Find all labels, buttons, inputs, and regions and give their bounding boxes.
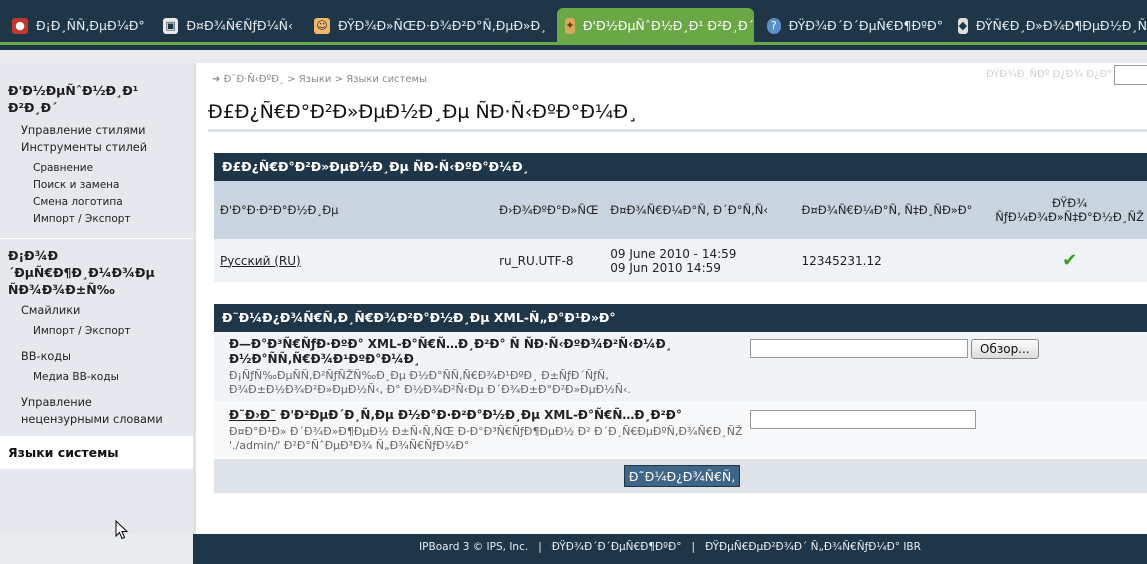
- language-number-format: 12345231.12: [795, 239, 990, 282]
- filename-label: Ð'Ð²ÐµÐ´Ð¸Ñ‚Ðµ Ð½Ð°Ð·Ð²Ð°Ð½Ð¸Ðµ XML-Ð°Ñ€…: [280, 408, 682, 422]
- col-locale: Ð›Ð¾ÐºÐ°Ð»ÑŒ: [493, 181, 605, 239]
- tab-system-label: Ð¡Ð¸ÑÑ‚ÐµÐ¼Ð°: [36, 18, 145, 33]
- tab-system[interactable]: ● Ð¡Ð¸ÑÑ‚ÐµÐ¼Ð°: [12, 9, 162, 42]
- breadcrumb-root[interactable]: Ð¯Ð·Ñ‹ÐºÐ¸: [224, 74, 284, 85]
- sidebar-group-content-title: Ð¡Ð¾Ð´ÐµÑ€Ð¶Ð¸Ð¼Ð¾Ðµ ÑÐ¾Ð¾Ð±Ñ‰: [8, 248, 155, 297]
- sidebar-item-system-languages[interactable]: Языки системы: [0, 436, 193, 469]
- language-locale: ru_RU.UTF-8: [493, 239, 605, 282]
- sidebar-subitem-change-logo[interactable]: Смена логотипа: [0, 194, 193, 211]
- footer: IPBoard 3 © IPS, Inc. | ÐŸÐ¾Ð´Ð´ÐµÑ€Ð¶Ðº…: [193, 534, 1147, 564]
- breadcrumb-current: Языки системы: [346, 74, 427, 85]
- help-icon: ?: [767, 17, 781, 34]
- quick-search-input[interactable]: [1114, 65, 1147, 85]
- tab-users-label: ÐŸÐ¾Ð»ÑŒÐ·Ð¾Ð²Ð°Ñ‚ÐµÐ»Ð¸: [338, 18, 547, 33]
- breadcrumb-separator: >: [287, 74, 296, 85]
- tab-support-label: ÐŸÐ¾Ð´Ð´ÐµÑ€Ð¶ÐºÐ°: [788, 18, 943, 33]
- tab-support[interactable]: ? ÐŸÐ¾Ð´Ð´ÐµÑ€Ð¶ÐºÐ°: [767, 9, 943, 42]
- tab-appearance-label: Ð'Ð½ÐµÑˆÐ½Ð¸Ð¹ Ð²Ð¸Ð´: [582, 18, 754, 33]
- main-content: ➜ Ð¯Ð·Ñ‹ÐºÐ¸ > Языки > Языки системы ÐŸÐ…: [193, 63, 1147, 534]
- footer-translation-link[interactable]: ÐŸÐµÑ€ÐµÐ²Ð¾Ð´ Ñ„Ð¾Ñ€ÑƒÐ¼Ð° IBR: [705, 541, 921, 553]
- col-date-format: Ð¤Ð¾Ñ€Ð¼Ð°Ñ‚ Ð´Ð°Ñ‚Ñ‹: [604, 181, 796, 239]
- sidebar-item-smilies[interactable]: Смайлики: [0, 302, 193, 319]
- filename-row: Ð˜Ð›Ð˜ Ð'Ð²ÐµÐ´Ð¸Ñ‚Ðµ Ð½Ð°Ð·Ð²Ð°Ð½Ð¸Ðµ X…: [214, 403, 1147, 459]
- top-navigation: ● Ð¡Ð¸ÑÑ‚ÐµÐ¼Ð° ▣ Ð¤Ð¾Ñ€ÑƒÐ¼Ñ‹ ☺ ÐŸÐ¾Ð»Ñ…: [0, 0, 1147, 50]
- sidebar-item-bbcodes[interactable]: BB-коды: [0, 348, 193, 365]
- breadcrumb-arrow-icon: ➜: [212, 74, 221, 85]
- tab-forums-label: Ð¤Ð¾Ñ€ÑƒÐ¼Ñ‹: [186, 18, 293, 33]
- languages-panel: Ð£Ð¿Ñ€Ð°Ð²Ð»ÐµÐ½Ð¸Ðµ ÑÐ·Ñ‹ÐºÐ°Ð¼Ð¸ Ð'Ð°Ð…: [214, 153, 1147, 282]
- footer-support-link[interactable]: ÐŸÐ¾Ð´Ð´ÐµÑ€Ð¶ÐºÐ°: [552, 541, 682, 553]
- col-number-format: Ð¤Ð¾Ñ€Ð¼Ð°Ñ‚ Ñ‡Ð¸ÑÐ»Ð°: [795, 181, 990, 239]
- import-panel: Ð˜Ð¼Ð¿Ð¾Ñ€Ñ‚Ð¸Ñ€Ð¾Ð²Ð°Ð½Ð¸Ðµ XML-Ñ„Ð°Ð¹Ð…: [214, 304, 1147, 493]
- sidebar-item-style-tools[interactable]: Инструменты стилей: [0, 139, 193, 156]
- languages-panel-heading: Ð£Ð¿Ñ€Ð°Ð²Ð»ÐµÐ½Ð¸Ðµ ÑÐ·Ñ‹ÐºÐ°Ð¼Ð¸: [214, 153, 1147, 181]
- or-label: Ð˜Ð›Ð˜: [229, 408, 277, 422]
- import-panel-heading: Ð˜Ð¼Ð¿Ð¾Ñ€Ñ‚Ð¸Ñ€Ð¾Ð²Ð°Ð½Ð¸Ðµ XML-Ñ„Ð°Ð¹Ð…: [214, 304, 1147, 332]
- languages-table: Ð'Ð°Ð·Ð²Ð°Ð½Ð¸Ðµ Ð›Ð¾ÐºÐ°Ð»ÑŒ Ð¤Ð¾Ñ€Ð¼Ð°…: [214, 181, 1147, 282]
- sidebar-divider: [0, 238, 193, 239]
- system-icon: ●: [12, 17, 28, 34]
- apps-icon: ◆: [958, 17, 968, 34]
- filename-description: Ð¤Ð°Ð¹Ð» Ð´Ð¾Ð»Ð¶ÐµÐ½ Ð±Ñ‹Ñ‚ÑŒ Ð·Ð°Ð³Ñ€Ñ…: [229, 425, 743, 452]
- quick-search-label: ÐŸÐ¾Ð¸ÑÐº Ð¿Ð¾ Ð¿Ð°: [986, 69, 1113, 80]
- upload-label: Ð—Ð°Ð³Ñ€ÑƒÐ·ÐºÐ° XML-Ð°Ñ€Ñ…Ð¸Ð²Ð° Ñ ÑÐ·Ñ…: [229, 337, 672, 366]
- sidebar-item-manage-styles[interactable]: Управление стилями: [0, 122, 193, 139]
- tab-apps-label: ÐŸÑ€Ð¸Ð»Ð¾Ð¶ÐµÐ½Ð¸Ñ: [975, 18, 1147, 33]
- sidebar-subitem-find-replace[interactable]: Поиск и замена: [0, 177, 193, 194]
- tab-appearance[interactable]: ✦ Ð'Ð½ÐµÑˆÐ½Ð¸Ð¹ Ð²Ð¸Ð´: [557, 8, 754, 43]
- tab-apps[interactable]: ◆ ÐŸÑ€Ð¸Ð»Ð¾Ð¶ÐµÐ½Ð¸Ñ: [958, 9, 1147, 42]
- col-default: ÐŸÐ¾ ÑƒÐ¼Ð¾Ð»Ñ‡Ð°Ð½Ð¸ÑŽ: [989, 181, 1147, 239]
- import-button[interactable]: Ð˜Ð¼Ð¿Ð¾Ñ€Ñ‚: [623, 465, 741, 487]
- mouse-cursor-icon: [115, 520, 129, 540]
- title-divider: [208, 129, 1147, 132]
- language-date-long: 09 June 2010 - 14:59: [610, 246, 737, 261]
- upload-row: Ð—Ð°Ð³Ñ€ÑƒÐ·ÐºÐ° XML-Ð°Ñ€Ñ…Ð¸Ð²Ð° Ñ ÑÐ·Ñ…: [214, 332, 1147, 403]
- sidebar-subitem-compare[interactable]: Сравнение: [0, 160, 193, 177]
- default-check-icon: ✔: [1062, 250, 1078, 271]
- page-title: Ð£Ð¿Ñ€Ð°Ð²Ð»ÐµÐ½Ð¸Ðµ ÑÐ·Ñ‹ÐºÐ°Ð¼Ð¸: [208, 101, 638, 123]
- sidebar-subitem-smilies-import-export[interactable]: Импорт / Экспорт: [0, 323, 193, 340]
- sidebar-subitem-media-bbcodes[interactable]: Медиа BB-коды: [0, 369, 193, 386]
- breadcrumb-languages[interactable]: Языки: [299, 74, 332, 85]
- forums-icon: ▣: [163, 17, 179, 34]
- breadcrumb-separator-2: >: [334, 74, 343, 85]
- footer-separator: |: [538, 541, 542, 553]
- sidebar: Ð'Ð½ÐµÑˆÐ½Ð¸Ð¹ Ð²Ð¸Ð´ Управление стилями…: [0, 63, 193, 534]
- submit-row: Ð˜Ð¼Ð¿Ð¾Ñ€Ñ‚: [214, 459, 1147, 493]
- upload-file-input[interactable]: [750, 339, 968, 358]
- sidebar-group-appearance-title: Ð'Ð½ÐµÑˆÐ½Ð¸Ð¹ Ð²Ð¸Ð´: [8, 83, 139, 115]
- table-row: Русский (RU) ru_RU.UTF-8 09 June 2010 - …: [214, 239, 1147, 282]
- footer-copyright[interactable]: IPBoard 3 © IPS, Inc.: [419, 541, 528, 553]
- palette-icon: ✦: [565, 17, 575, 34]
- browse-button[interactable]: Обзор...: [971, 339, 1039, 359]
- tab-users[interactable]: ☺ ÐŸÐ¾Ð»ÑŒÐ·Ð¾Ð²Ð°Ñ‚ÐµÐ»Ð¸: [314, 9, 550, 42]
- languages-table-header: Ð'Ð°Ð·Ð²Ð°Ð½Ð¸Ðµ Ð›Ð¾ÐºÐ°Ð»ÑŒ Ð¤Ð¾Ñ€Ð¼Ð°…: [214, 181, 1147, 239]
- tab-forums[interactable]: ▣ Ð¤Ð¾Ñ€ÑƒÐ¼Ñ‹: [163, 9, 293, 42]
- sidebar-item-badwords[interactable]: Управление нецензурными словами: [0, 394, 193, 428]
- filename-input[interactable]: [750, 410, 976, 429]
- language-date-short: 09 Jun 2010 14:59: [610, 260, 721, 275]
- footer-separator-2: |: [691, 541, 696, 553]
- sidebar-subitem-import-export[interactable]: Импорт / Экспорт: [0, 211, 193, 228]
- language-name-link[interactable]: Русский (RU): [220, 254, 301, 268]
- breadcrumb: ➜ Ð¯Ð·Ñ‹ÐºÐ¸ > Языки > Языки системы: [212, 74, 427, 85]
- upload-description: Ð¡ÑƒÑ‰ÐµÑÑ‚Ð²ÑƒÑŽÑ‰Ð¸Ðµ Ð½Ð°ÑÑ‚Ñ€Ð¾Ð¹ÐºÐ…: [229, 369, 631, 396]
- language-date-formats: 09 June 2010 - 14:59 09 Jun 2010 14:59: [604, 239, 796, 282]
- users-icon: ☺: [314, 17, 330, 34]
- col-name: Ð'Ð°Ð·Ð²Ð°Ð½Ð¸Ðµ: [214, 181, 494, 239]
